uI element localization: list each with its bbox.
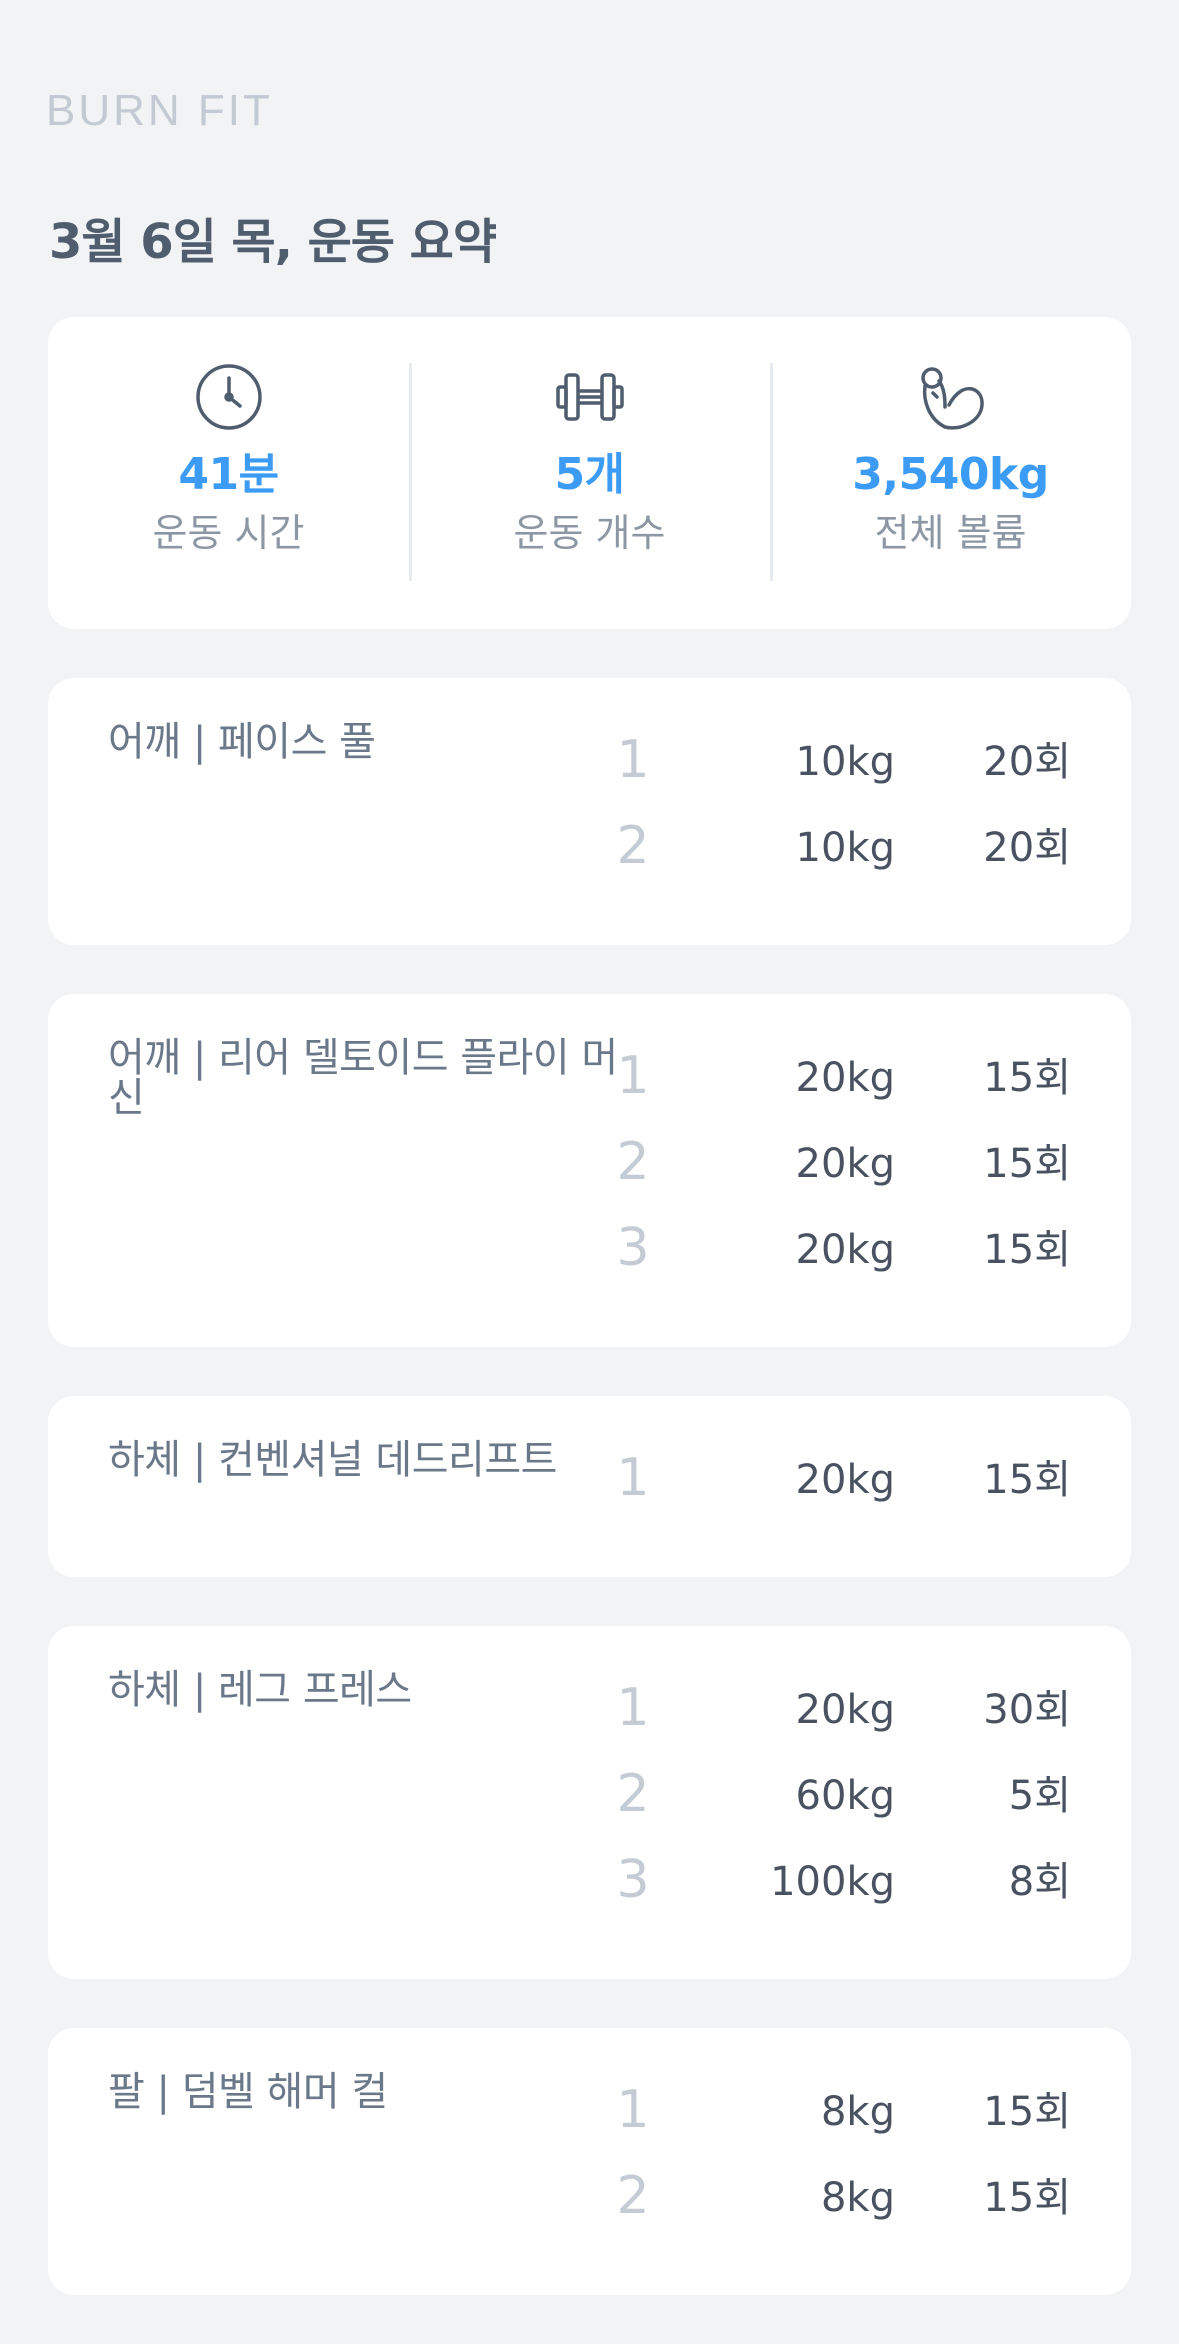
set-row: 3 20kg 15회 [48, 1206, 1131, 1292]
stat-value: 41분 [178, 449, 279, 500]
set-reps: 5회 [1008, 1773, 1071, 1819]
set-weight: 8kg [820, 2089, 895, 2135]
dumbbell-icon [554, 361, 626, 433]
exercise-card[interactable]: 어깨 | 페이스 풀 1 10kg 20회 2 10kg 20회 [48, 678, 1131, 945]
stat-total-volume: 3,540kg 전체 볼륨 [770, 317, 1131, 629]
set-row: 2 60kg 5회 [48, 1752, 1131, 1838]
stat-value: 3,540kg [852, 449, 1049, 500]
set-number: 2 [616, 816, 650, 876]
set-row: 1 20kg 15회 [48, 1034, 1131, 1120]
exercise-card[interactable]: 어깨 | 리어 델토이드 플라이 머신 1 20kg 15회 2 20kg 15… [48, 994, 1131, 1347]
set-weight: 10kg [795, 739, 895, 785]
set-list: 1 20kg 30회 2 60kg 5회 3 100kg 8회 [48, 1666, 1131, 1924]
set-number: 1 [616, 1046, 650, 1106]
set-reps: 8회 [1008, 1859, 1071, 1905]
set-list: 1 8kg 15회 2 8kg 15회 [48, 2068, 1131, 2240]
set-reps: 20회 [983, 739, 1071, 785]
set-row: 1 8kg 15회 [48, 2068, 1131, 2154]
stat-label: 운동 시간 [152, 511, 305, 555]
set-number: 3 [616, 1850, 650, 1910]
set-row: 2 10kg 20회 [48, 804, 1131, 890]
exercise-card[interactable]: 하체 | 컨벤셔널 데드리프트 1 20kg 15회 [48, 1396, 1131, 1577]
set-row: 2 8kg 15회 [48, 2154, 1131, 2240]
exercise-card[interactable]: 하체 | 레그 프레스 1 20kg 30회 2 60kg 5회 3 100kg… [48, 1626, 1131, 1979]
stat-duration: 41분 운동 시간 [48, 317, 409, 629]
stat-label: 운동 개수 [513, 511, 666, 555]
set-row: 1 10kg 20회 [48, 718, 1131, 804]
set-reps: 15회 [983, 1227, 1071, 1273]
set-reps: 30회 [983, 1687, 1071, 1733]
set-number: 1 [616, 2080, 650, 2140]
set-row: 3 100kg 8회 [48, 1838, 1131, 1924]
set-number: 1 [616, 730, 650, 790]
set-reps: 20회 [983, 825, 1071, 871]
set-weight: 10kg [795, 825, 895, 871]
set-weight: 8kg [820, 2175, 895, 2221]
flexed-arm-icon [915, 361, 987, 433]
set-weight: 20kg [795, 1687, 895, 1733]
stat-exercise-count: 5개 운동 개수 [409, 317, 770, 629]
set-weight: 20kg [795, 1141, 895, 1187]
workout-summary-page: BURN FIT 3월 6일 목, 운동 요약 41분 운동 시간 5개 운동 … [0, 0, 1179, 2344]
set-reps: 15회 [983, 1457, 1071, 1503]
page-title: 3월 6일 목, 운동 요약 [49, 214, 497, 270]
clock-icon [193, 361, 265, 433]
exercise-card[interactable]: 팔 | 덤벨 해머 컬 1 8kg 15회 2 8kg 15회 [48, 2028, 1131, 2295]
stat-value: 5개 [554, 449, 625, 500]
set-reps: 15회 [983, 1141, 1071, 1187]
set-number: 2 [616, 1764, 650, 1824]
summary-card: 41분 운동 시간 5개 운동 개수 3,540kg 전체 볼륨 [48, 317, 1131, 629]
set-number: 1 [616, 1678, 650, 1738]
set-row: 1 20kg 15회 [48, 1436, 1131, 1522]
app-logo: BURN FIT [46, 86, 273, 135]
set-weight: 60kg [795, 1773, 895, 1819]
set-number: 2 [616, 1132, 650, 1192]
set-list: 1 20kg 15회 [48, 1436, 1131, 1522]
set-reps: 15회 [983, 2089, 1071, 2135]
set-number: 3 [616, 1218, 650, 1278]
set-weight: 20kg [795, 1055, 895, 1101]
set-list: 1 20kg 15회 2 20kg 15회 3 20kg 15회 [48, 1034, 1131, 1292]
set-row: 1 20kg 30회 [48, 1666, 1131, 1752]
stat-label: 전체 볼륨 [874, 511, 1027, 555]
set-number: 2 [616, 2166, 650, 2226]
set-number: 1 [616, 1448, 650, 1508]
set-reps: 15회 [983, 2175, 1071, 2221]
set-weight: 20kg [795, 1457, 895, 1503]
set-list: 1 10kg 20회 2 10kg 20회 [48, 718, 1131, 890]
set-row: 2 20kg 15회 [48, 1120, 1131, 1206]
set-weight: 100kg [770, 1859, 895, 1905]
set-reps: 15회 [983, 1055, 1071, 1101]
set-weight: 20kg [795, 1227, 895, 1273]
